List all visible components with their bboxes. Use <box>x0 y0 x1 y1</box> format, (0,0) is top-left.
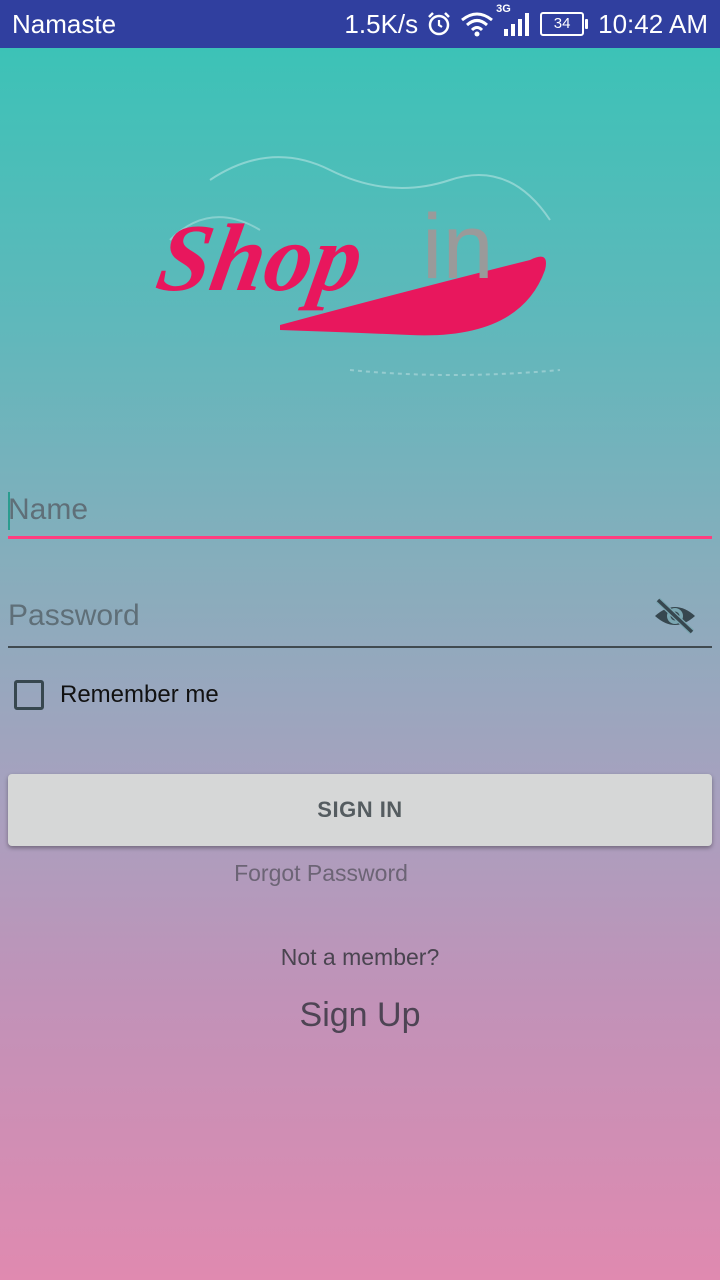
sign-up-link[interactable]: Sign Up <box>0 996 720 1035</box>
remember-me-row[interactable]: Remember me <box>14 680 219 710</box>
carrier-name: Namaste <box>12 8 117 39</box>
password-input[interactable] <box>8 594 712 638</box>
signal-icon: 3G <box>496 3 532 37</box>
app-logo: in Shop <box>150 140 570 390</box>
status-bar: Namaste 1.5K/s 3G 34 10:42 AM <box>0 0 720 48</box>
name-field-container <box>8 488 712 539</box>
logo-brand: Shop <box>150 205 371 311</box>
network-speed: 1.5K/s <box>344 8 419 39</box>
status-icons: 1.5K/s 3G 34 10:42 AM <box>344 3 708 40</box>
wifi-icon <box>460 11 494 37</box>
password-field-container <box>8 594 712 648</box>
battery-level: 34 <box>553 15 571 32</box>
visibility-off-icon[interactable] <box>652 596 698 636</box>
remember-me-checkbox[interactable] <box>14 680 44 710</box>
logo-suffix: in <box>422 196 494 298</box>
forgot-password-link[interactable]: Forgot Password <box>0 860 642 887</box>
text-cursor <box>8 492 10 530</box>
clock: 10:42 AM <box>598 8 708 39</box>
sign-in-button[interactable]: SIGN IN <box>8 774 712 846</box>
network-type-label: 3G <box>496 3 511 15</box>
name-input[interactable] <box>8 488 712 532</box>
not-a-member-text: Not a member? <box>280 944 440 970</box>
battery-icon: 34 <box>540 12 589 36</box>
remember-me-label: Remember me <box>60 681 219 708</box>
alarm-icon <box>426 11 452 37</box>
